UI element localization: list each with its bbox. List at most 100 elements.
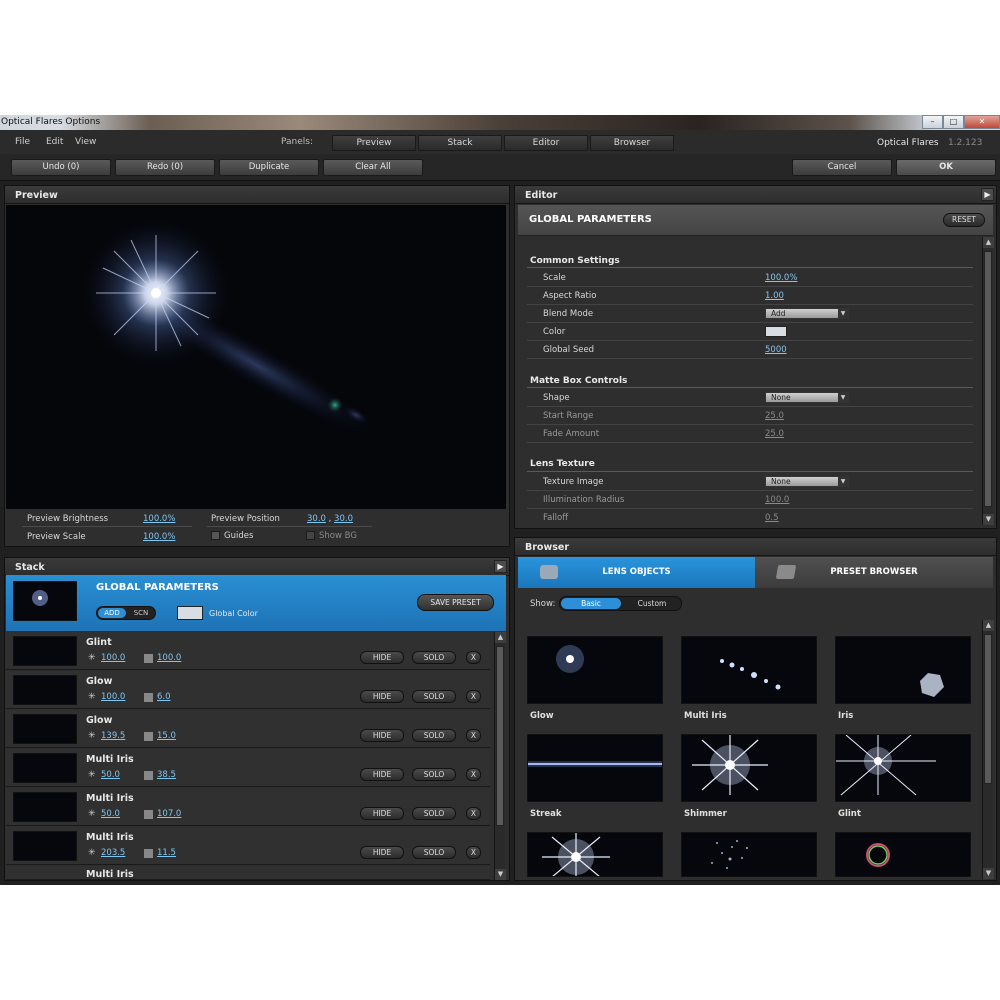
stack-scrollbar[interactable]: ▲ ▼ (494, 632, 506, 880)
preview-position-x[interactable]: 30.0 (307, 514, 326, 524)
stack-menu-arrow-icon[interactable]: ▶ (494, 560, 507, 573)
stack-row-scale[interactable]: 6.0 (157, 692, 171, 702)
start-range-value[interactable]: 25.0 (765, 411, 784, 421)
browser-item-thumbnail[interactable] (681, 636, 817, 704)
stack-row-brightness[interactable]: 50.0 (101, 809, 120, 819)
show-bg-checkbox[interactable]: Show BG (306, 531, 357, 541)
save-preset-button[interactable]: SAVE PRESET (417, 594, 494, 611)
scroll-down-icon[interactable]: ▼ (983, 514, 994, 525)
solo-button[interactable]: SOLO (412, 807, 456, 820)
scroll-down-icon[interactable]: ▼ (495, 869, 506, 880)
remove-button[interactable]: X (466, 768, 481, 781)
duplicate-button[interactable]: Duplicate (219, 159, 319, 176)
browser-item-thumbnail[interactable] (681, 832, 817, 877)
solo-button[interactable]: SOLO (412, 768, 456, 781)
preview-viewport[interactable] (6, 205, 506, 509)
hide-button[interactable]: HIDE (360, 768, 404, 781)
panel-tab-browser[interactable]: Browser (590, 135, 674, 151)
browser-item-thumbnail[interactable] (527, 636, 663, 704)
stack-scroll-thumb[interactable] (496, 646, 504, 826)
browser-item-thumbnail[interactable] (527, 734, 663, 802)
browser-item-thumbnail[interactable] (835, 636, 971, 704)
scale-value[interactable]: 100.0% (765, 273, 797, 283)
stack-row-partial[interactable]: Multi Iris (6, 866, 490, 880)
panel-tab-stack[interactable]: Stack (418, 135, 502, 151)
texture-image-select[interactable]: None ▼ (765, 476, 849, 487)
stack-row-scale[interactable]: 38.5 (157, 770, 176, 780)
stack-row-brightness[interactable]: 100.0 (101, 653, 125, 663)
show-bg-check-icon[interactable] (306, 531, 315, 540)
falloff-value[interactable]: 0.5 (765, 513, 779, 523)
remove-button[interactable]: X (466, 729, 481, 742)
solo-button[interactable]: SOLO (412, 651, 456, 664)
remove-button[interactable]: X (466, 651, 481, 664)
solo-button[interactable]: SOLO (412, 729, 456, 742)
clear-all-button[interactable]: Clear All (323, 159, 423, 176)
stack-row[interactable]: Glint ✳ 100.0 100.0 HIDE SOLO X (6, 632, 490, 670)
add-toggle[interactable]: ADD (98, 608, 126, 618)
hide-button[interactable]: HIDE (360, 846, 404, 859)
solo-button[interactable]: SOLO (412, 690, 456, 703)
stack-row[interactable]: Glow ✳ 100.0 6.0 HIDE SOLO X (6, 671, 490, 709)
solo-button[interactable]: SOLO (412, 846, 456, 859)
hide-button[interactable]: HIDE (360, 690, 404, 703)
browser-scrollbar[interactable]: ▲ ▼ (982, 620, 994, 879)
preview-scale-value[interactable]: 100.0% (143, 532, 175, 542)
stack-row-scale[interactable]: 15.0 (157, 731, 176, 741)
panel-tab-editor[interactable]: Editor (504, 135, 588, 151)
preview-brightness-value[interactable]: 100.0% (143, 514, 175, 524)
guides-check-icon[interactable] (211, 531, 220, 540)
menu-edit[interactable]: Edit (46, 137, 63, 147)
global-color-swatch[interactable] (177, 606, 203, 620)
browser-item-thumbnail[interactable] (835, 734, 971, 802)
hide-button[interactable]: HIDE (360, 651, 404, 664)
browser-item-thumbnail[interactable] (835, 832, 971, 877)
custom-filter-button[interactable]: Custom (622, 598, 682, 609)
illumination-radius-value[interactable]: 100.0 (765, 495, 789, 505)
hide-button[interactable]: HIDE (360, 807, 404, 820)
aspect-ratio-value[interactable]: 1.00 (765, 291, 784, 301)
minimize-icon[interactable]: – (922, 115, 943, 129)
color-swatch[interactable] (765, 326, 787, 337)
stack-row-brightness[interactable]: 100.0 (101, 692, 125, 702)
editor-scrollbar[interactable]: ▲ ▼ (982, 237, 994, 525)
ok-button[interactable]: OK (896, 159, 996, 176)
browser-scroll-thumb[interactable] (984, 634, 992, 784)
remove-button[interactable]: X (466, 846, 481, 859)
stack-row[interactable]: Multi Iris ✳ 50.0 38.5 HIDE SOLO X (6, 749, 490, 787)
shape-select[interactable]: None ▼ (765, 392, 849, 403)
remove-button[interactable]: X (466, 807, 481, 820)
scroll-down-icon[interactable]: ▼ (983, 868, 994, 879)
menu-file[interactable]: File (15, 137, 30, 147)
undo-button[interactable]: Undo (0) (11, 159, 111, 176)
blend-mode-select[interactable]: Add ▼ (765, 308, 849, 319)
stack-row[interactable]: Multi Iris ✳ 203.5 11.5 HIDE SOLO X (6, 827, 490, 865)
stack-row-scale[interactable]: 107.0 (157, 809, 181, 819)
remove-button[interactable]: X (466, 690, 481, 703)
browser-item-thumbnail[interactable] (681, 734, 817, 802)
hide-button[interactable]: HIDE (360, 729, 404, 742)
close-icon[interactable]: ✕ (964, 115, 1000, 129)
stack-row-brightness[interactable]: 203.5 (101, 848, 125, 858)
menu-view[interactable]: View (75, 137, 96, 147)
global-seed-value[interactable]: 5000 (765, 345, 787, 355)
stack-row-brightness[interactable]: 139.5 (101, 731, 125, 741)
scroll-up-icon[interactable]: ▲ (983, 237, 994, 248)
editor-menu-arrow-icon[interactable]: ▶ (981, 188, 994, 201)
redo-button[interactable]: Redo (0) (115, 159, 215, 176)
reset-button[interactable]: RESET (943, 213, 985, 227)
tab-lens-objects[interactable]: LENS OBJECTS (518, 557, 755, 588)
browser-item-thumbnail[interactable] (527, 832, 663, 877)
guides-checkbox[interactable]: Guides (211, 531, 253, 541)
cancel-button[interactable]: Cancel (792, 159, 892, 176)
stack-global-parameters[interactable]: GLOBAL PARAMETERS ADD SCN Global Color S… (6, 575, 506, 631)
stack-row-scale[interactable]: 100.0 (157, 653, 181, 663)
scroll-up-icon[interactable]: ▲ (495, 632, 506, 643)
stack-row[interactable]: Glow ✳ 139.5 15.0 HIDE SOLO X (6, 710, 490, 748)
fade-amount-value[interactable]: 25.0 (765, 429, 784, 439)
scn-toggle[interactable]: SCN (127, 608, 155, 618)
maximize-icon[interactable]: □ (943, 115, 964, 129)
panel-tab-preview[interactable]: Preview (332, 135, 416, 151)
editor-scroll-thumb[interactable] (984, 251, 992, 507)
stack-row-brightness[interactable]: 50.0 (101, 770, 120, 780)
